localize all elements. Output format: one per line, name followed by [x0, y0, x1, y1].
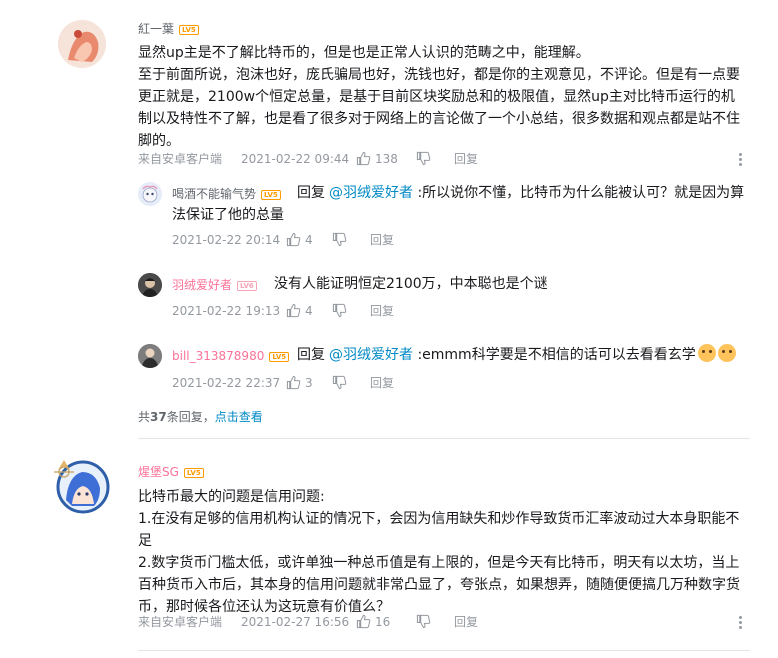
reply-button[interactable]: 回复 — [370, 232, 394, 248]
reply-prefix: 回复 — [297, 347, 325, 363]
level-badge: LV5 — [183, 467, 204, 478]
avatar[interactable] — [138, 182, 162, 206]
avatar-image — [138, 182, 162, 206]
emoji-doge-icon — [697, 344, 716, 362]
username-text[interactable]: bill_313878980 — [172, 349, 264, 363]
mention-link[interactable]: @羽绒爱好者 — [329, 185, 413, 201]
reply-meta: 2021-02-22 22:37 3 回复 — [172, 375, 472, 391]
level-badge: LV6 — [237, 280, 257, 291]
like-count: 4 — [305, 233, 313, 247]
like-icon[interactable] — [286, 303, 301, 318]
timestamp: 2021-02-22 09:44 — [241, 152, 350, 166]
username[interactable]: bill_313878980 LV5 — [172, 348, 290, 364]
username-text[interactable]: 紅一葉 — [138, 22, 174, 36]
username-text[interactable]: 煋堡SG — [138, 465, 179, 479]
comment-divider — [138, 438, 750, 439]
comment-meta: 来自安卓客户端 2021-02-27 16:56 16 回复 — [138, 614, 750, 630]
dislike-icon[interactable] — [416, 151, 431, 166]
reply-text: 没有人能证明恒定2100万，中本聪也是个谜 — [274, 273, 744, 295]
like-icon[interactable] — [286, 232, 301, 247]
reply-text: 回复 @羽绒爱好者 :emmm科学要是不相信的话可以去看看玄学 — [297, 344, 747, 366]
timestamp: 2021-02-22 22:37 — [172, 376, 281, 390]
more-replies-prefix: 共 — [138, 410, 151, 424]
more-replies-suffix: 条回复， — [166, 410, 215, 424]
comment-text: 比特币最大的问题是信用问题: 1.在没有足够的信用机构认证的情况下，会因为信用缺… — [138, 486, 748, 618]
avatar[interactable] — [138, 344, 162, 368]
reply-body: 没有人能证明恒定2100万，中本聪也是个谜 — [274, 276, 548, 292]
dislike-icon[interactable] — [332, 303, 347, 318]
reply-meta: 2021-02-22 20:14 4 回复 — [172, 232, 472, 248]
reply-body: :emmm科学要是不相信的话可以去看看玄学 — [413, 347, 696, 363]
reply-prefix: 回复 — [297, 185, 325, 201]
avatar[interactable] — [58, 20, 106, 68]
more-icon[interactable] — [739, 153, 743, 167]
username-text[interactable]: 羽绒爱好者 — [172, 278, 232, 292]
level-badge: LV5 — [269, 351, 290, 362]
mention-link[interactable]: @羽绒爱好者 — [329, 347, 413, 363]
username[interactable]: 羽绒爱好者 LV6 — [172, 277, 257, 293]
dislike-icon[interactable] — [416, 614, 431, 629]
view-more-button[interactable]: 点击查看 — [215, 410, 263, 424]
reply-button[interactable]: 回复 — [454, 151, 478, 167]
reply-body: :所以说你不懂，比特币为什么能被认可？就是因为算法保证了他的总量 — [172, 185, 745, 223]
avatar-image — [58, 20, 106, 68]
avatar-image — [138, 344, 162, 368]
avatar-image — [54, 460, 110, 514]
avatar[interactable] — [48, 452, 114, 518]
reply-button[interactable]: 回复 — [454, 614, 478, 630]
like-icon[interactable] — [356, 151, 371, 166]
like-count: 3 — [305, 376, 313, 390]
emoji-doge-icon — [717, 344, 736, 362]
reply-button[interactable]: 回复 — [370, 303, 394, 319]
timestamp: 2021-02-27 16:56 — [241, 615, 350, 629]
comment-paragraph: 1.在没有足够的信用机构认证的情况下，会因为信用缺失和炒作导致货币汇率波动过大本… — [138, 511, 740, 549]
username[interactable]: 紅一葉 LV5 — [138, 21, 199, 37]
like-count: 138 — [375, 152, 398, 166]
comment-paragraph: 2.数字货币门槛太低，或许单独一种总币值是有上限的，但是今天有比特币，明天有以太… — [138, 555, 740, 615]
dislike-icon[interactable] — [332, 232, 347, 247]
reply-text: 回复 @羽绒爱好者 :所以说你不懂，比特币为什么能被认可？就是因为算法保证了他的总… — [172, 182, 750, 226]
timestamp: 2021-02-22 19:13 — [172, 304, 281, 318]
comment-paragraph: 至于前面所说，泡沫也好，庞氏骗局也好，洗钱也好，都是你的主观意见，不评论。但是有… — [138, 67, 740, 149]
comment-paragraph: 显然up主是不了解比特币的，但是也是正常人认识的范畴之中，能理解。 — [138, 45, 590, 61]
timestamp: 2021-02-22 20:14 — [172, 233, 281, 247]
reply-meta: 2021-02-22 19:13 4 回复 — [172, 303, 472, 319]
reply-button[interactable]: 回复 — [370, 375, 394, 391]
comment-paragraph: 比特币最大的问题是信用问题: — [138, 489, 325, 505]
avatar-image — [138, 273, 162, 297]
avatar[interactable] — [138, 273, 162, 297]
like-icon[interactable] — [286, 375, 301, 390]
source-text: 来自安卓客户端 — [138, 152, 223, 166]
more-icon[interactable] — [739, 616, 743, 630]
like-count: 16 — [375, 615, 391, 629]
comment-text: 显然up主是不了解比特币的，但是也是正常人认识的范畴之中，能理解。 至于前面所说… — [138, 42, 748, 152]
like-count: 4 — [305, 304, 313, 318]
dislike-icon[interactable] — [332, 375, 347, 390]
source-text: 来自安卓客户端 — [138, 615, 223, 629]
comment-divider — [138, 650, 750, 651]
like-icon[interactable] — [356, 614, 371, 629]
more-replies-count: 37 — [150, 410, 167, 424]
level-badge: LV5 — [179, 24, 199, 35]
more-replies-link[interactable]: 共37条回复，点击查看 — [138, 408, 263, 425]
username[interactable]: 煋堡SG LV5 — [138, 464, 204, 480]
comment-meta: 来自安卓客户端 2021-02-22 09:44 138 回复 — [138, 151, 750, 167]
